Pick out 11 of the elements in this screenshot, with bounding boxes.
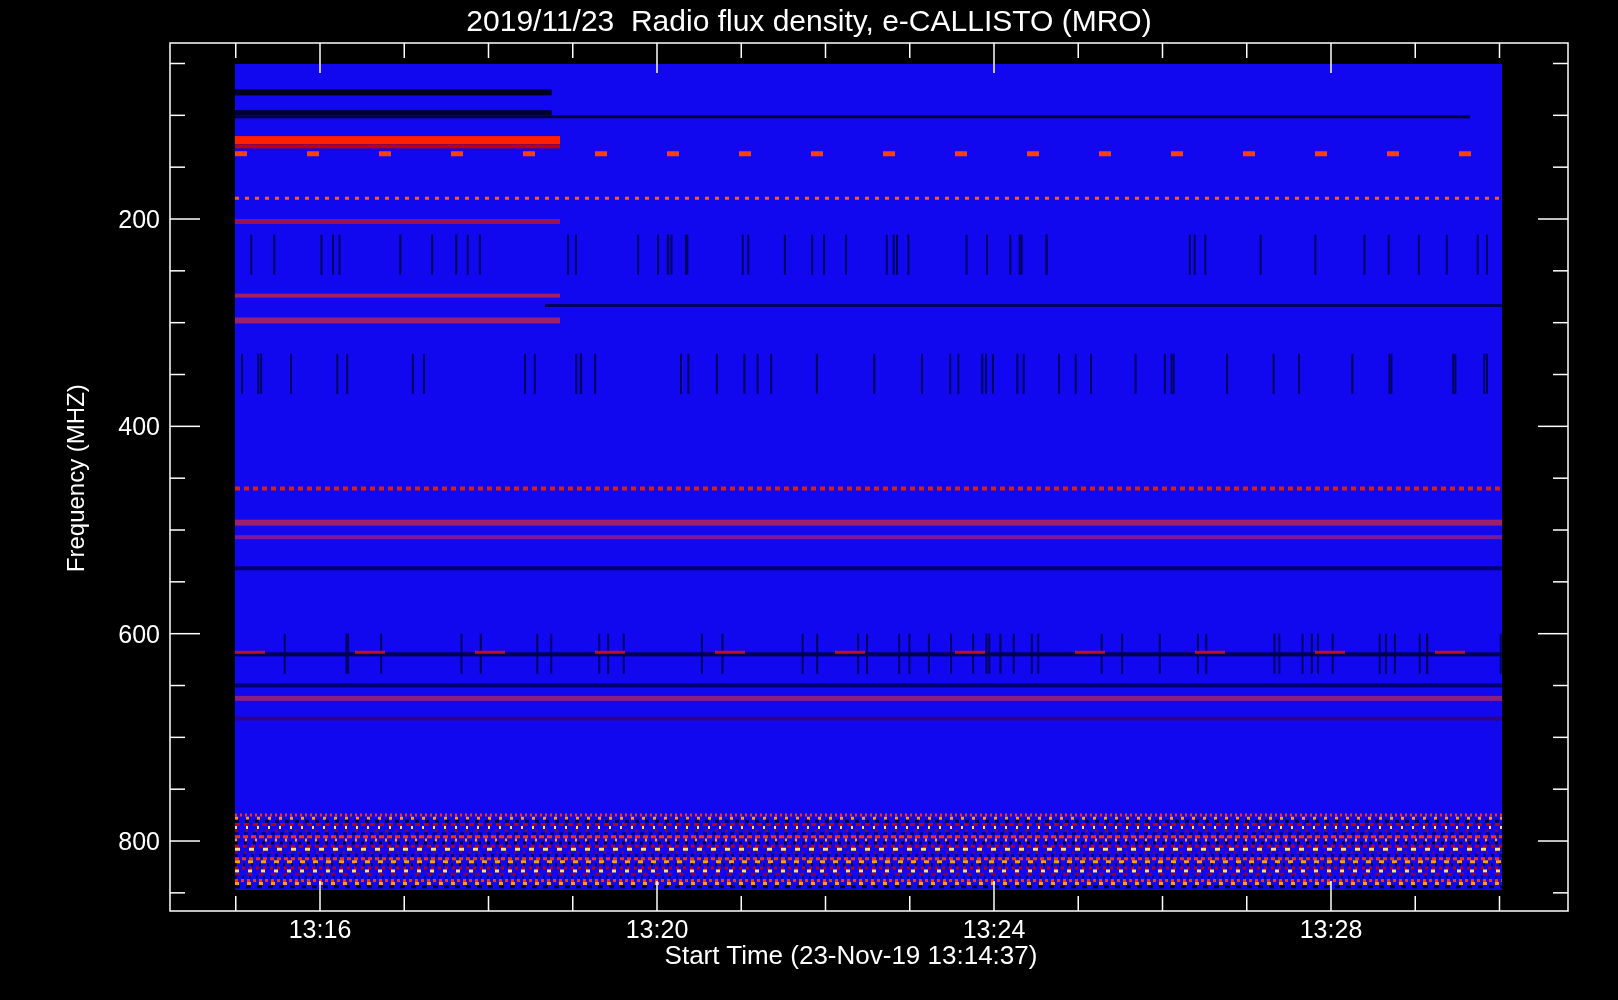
y-tick-label: 600 <box>118 619 160 648</box>
x-tick-label: 13:16 <box>288 915 352 942</box>
x-axis-label: Start Time (23-Nov-19 13:14:37) <box>664 942 1038 968</box>
x-tick-label: 13:28 <box>1299 915 1363 942</box>
y-tick-label: 200 <box>118 205 160 233</box>
y-axis-label: Frequency (MHZ) <box>62 384 89 573</box>
x-tick-label: 13:24 <box>962 915 1026 942</box>
plot-title: 2019/11/23 Radio flux density, e-CALLISTO (MRO) <box>466 6 1152 36</box>
x-tick-label: 13:20 <box>625 915 689 942</box>
y-tick-label: 800 <box>118 827 160 855</box>
y-tick-label: 400 <box>118 412 160 441</box>
